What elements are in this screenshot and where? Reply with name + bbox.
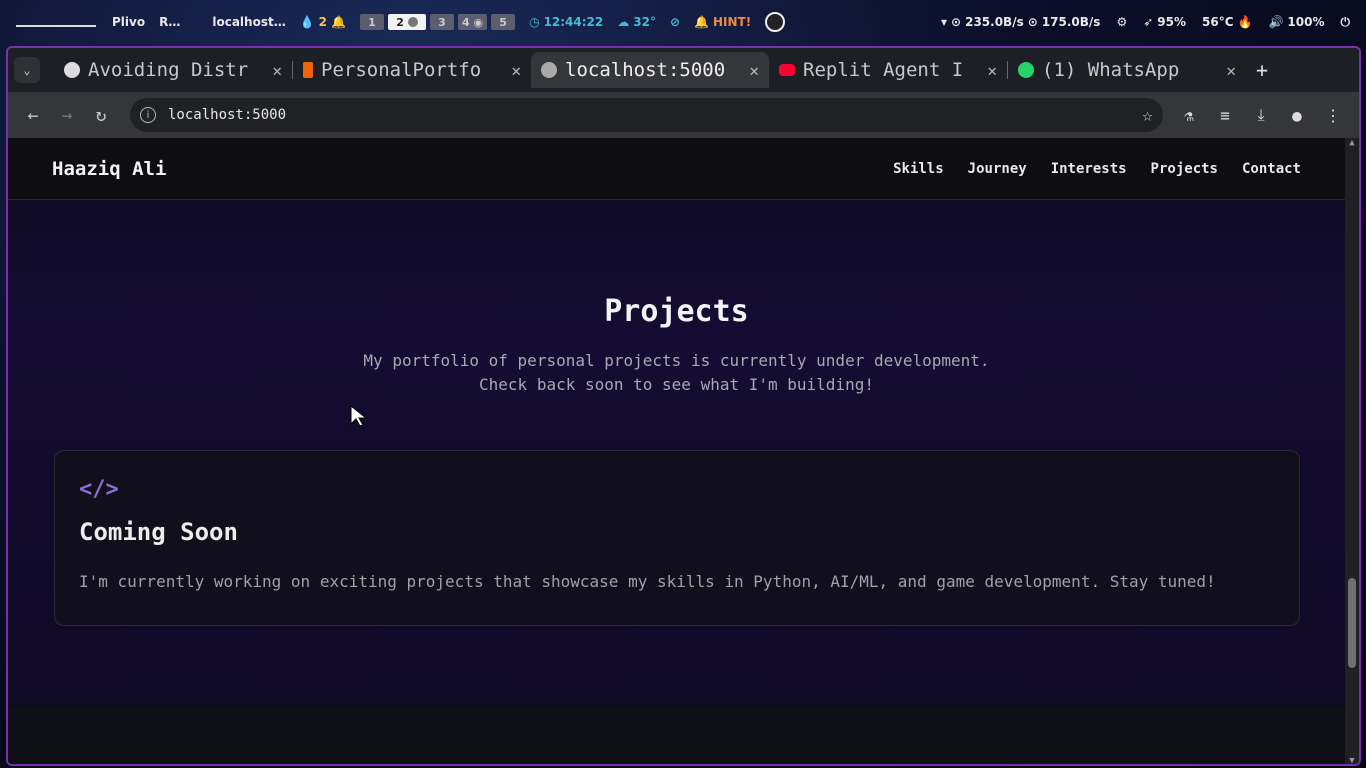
obs-icon[interactable] — [765, 12, 786, 32]
clock-icon: ◷ — [529, 15, 540, 29]
system-status-bar: Plivo R… localhost… 💧 2 🔔 1 2 3 4 ◉ 5 ◷ … — [0, 0, 1366, 44]
download-icon: ⊙ — [951, 15, 962, 29]
volume[interactable]: 🔊 100% — [1268, 15, 1324, 29]
site-brand[interactable]: Haaziq Ali — [52, 158, 166, 180]
profile-avatar-icon[interactable]: ● — [1279, 106, 1315, 125]
bell-icon: 🔔 — [331, 15, 346, 29]
tab-search-button[interactable]: ⌄ — [14, 57, 40, 83]
bookmark-star-icon[interactable]: ☆ — [1142, 105, 1153, 126]
tab-whatsapp[interactable]: (1) WhatsApp ✕ — [1008, 52, 1246, 88]
tab-strip: ⌄ Avoiding Distr ✕ PersonalPortfo ✕ loca… — [8, 48, 1359, 92]
site-info-icon[interactable]: i — [140, 107, 156, 123]
download-icon[interactable]: ⤓ — [1243, 105, 1279, 125]
cloud-icon: ☁ — [617, 15, 630, 29]
youtube-icon — [779, 64, 795, 76]
power-icon[interactable]: ⏻ — [1341, 15, 1351, 30]
notification-indicator[interactable]: 💧 2 🔔 — [300, 15, 346, 29]
app-label-r[interactable]: R… — [159, 15, 180, 29]
nav-link-skills[interactable]: Skills — [893, 161, 944, 177]
circle-icon: ◉ — [473, 15, 484, 29]
tab-personal-portfolio[interactable]: PersonalPortfo ✕ — [293, 52, 531, 88]
labs-flask-icon[interactable]: ⚗ — [1171, 106, 1207, 125]
close-icon[interactable]: ✕ — [1226, 61, 1236, 80]
cpu-temperature: 56°C 🔥 — [1202, 15, 1253, 29]
nav-link-projects[interactable]: Projects — [1151, 161, 1218, 177]
card-title: Coming Soon — [79, 518, 238, 546]
workspace-indicator-line — [16, 17, 96, 27]
close-icon[interactable]: ✕ — [987, 61, 997, 80]
flame-icon: 🔥 — [1237, 15, 1253, 29]
scrollbar-thumb[interactable] — [1348, 578, 1356, 668]
network-speed: ▾ ⊙ 235.0B/s ⊙ 175.0B/s — [941, 15, 1101, 29]
url-text[interactable]: localhost:5000 — [168, 107, 1142, 123]
scroll-up-arrow-icon[interactable]: ▲ — [1345, 138, 1359, 148]
workspace-5[interactable]: 5 — [491, 14, 516, 30]
page-scrollbar[interactable]: ▲ ▼ — [1345, 138, 1359, 764]
chrome-icon — [407, 17, 418, 27]
card-description: I'm currently working on exciting projec… — [79, 572, 1216, 591]
notification-count: 2 — [318, 15, 328, 29]
reload-icon[interactable]: ↻ — [84, 105, 118, 126]
site-navbar: Haaziq Ali Skills Journey Interests Proj… — [8, 138, 1345, 200]
code-icon: </> — [79, 477, 119, 502]
rocket-icon: ➶ — [1143, 15, 1154, 29]
eye-off-icon[interactable]: ⊘ — [670, 15, 680, 29]
browser-window: ⌄ Avoiding Distr ✕ PersonalPortfo ✕ loca… — [6, 46, 1361, 766]
app-label-plivo[interactable]: Plivo — [112, 15, 145, 29]
window-title: localhost… — [212, 15, 286, 29]
clock: ◷ 12:44:22 — [529, 15, 604, 29]
address-bar[interactable]: i localhost:5000 ☆ — [130, 98, 1163, 132]
whatsapp-icon — [1018, 62, 1034, 78]
projects-section: Projects My portfolio of personal projec… — [8, 200, 1345, 397]
weather: ☁ 32° — [617, 15, 656, 29]
site-favicon-icon — [64, 62, 80, 78]
close-icon[interactable]: ✕ — [511, 61, 521, 80]
tab-avoiding-distractions[interactable]: Avoiding Distr ✕ — [54, 52, 292, 88]
globe-icon — [541, 62, 557, 78]
media-queue-icon[interactable]: ≡ — [1207, 106, 1243, 125]
workspace-2[interactable]: 2 — [387, 14, 426, 30]
next-section-strip — [8, 706, 1345, 764]
cpu-usage: ➶ 95% — [1143, 15, 1186, 29]
wifi-icon: ▾ — [941, 15, 948, 29]
workspace-1[interactable]: 1 — [359, 14, 384, 30]
mouse-cursor-icon — [350, 405, 368, 427]
section-subtitle: My portfolio of personal projects is cur… — [363, 351, 990, 394]
section-title: Projects — [604, 294, 749, 329]
web-page: Haaziq Ali Skills Journey Interests Proj… — [8, 138, 1345, 764]
close-icon[interactable]: ✕ — [272, 61, 282, 80]
site-nav-links: Skills Journey Interests Projects Contac… — [893, 161, 1301, 177]
back-arrow-icon[interactable]: ← — [16, 105, 50, 126]
nav-link-interests[interactable]: Interests — [1051, 161, 1127, 177]
speaker-icon: 🔊 — [1268, 15, 1284, 29]
hint-indicator[interactable]: 🔔 HINT! — [694, 15, 751, 29]
replit-favicon-icon — [303, 62, 313, 78]
nav-link-journey[interactable]: Journey — [968, 161, 1027, 177]
workspace-switcher[interactable]: 1 2 3 4 ◉ 5 — [359, 14, 516, 30]
settings-icon[interactable]: ⚙ — [1116, 15, 1127, 29]
scroll-down-arrow-icon[interactable]: ▼ — [1345, 756, 1359, 764]
chevron-down-icon: ⌄ — [23, 63, 31, 77]
workspace-4[interactable]: 4 ◉ — [457, 14, 488, 30]
bell-icon: 🔔 — [694, 15, 709, 29]
droplet-icon: 💧 — [299, 15, 315, 29]
forward-arrow-icon[interactable]: → — [50, 105, 84, 126]
nav-link-contact[interactable]: Contact — [1242, 161, 1301, 177]
tab-localhost[interactable]: localhost:5000 ✕ — [531, 52, 769, 88]
workspace-3[interactable]: 3 — [429, 14, 454, 30]
tab-replit-agent[interactable]: Replit Agent I ✕ — [769, 52, 1007, 88]
browser-toolbar: ← → ↻ i localhost:5000 ☆ ⚗ ≡ ⤓ ● ⋮ — [8, 92, 1359, 138]
project-card: </> Coming Soon I'm currently working on… — [54, 450, 1300, 626]
kebab-menu-icon[interactable]: ⋮ — [1315, 106, 1351, 125]
upload-icon: ⊙ — [1027, 15, 1038, 29]
close-icon[interactable]: ✕ — [749, 61, 759, 80]
new-tab-button[interactable]: + — [1256, 58, 1268, 82]
